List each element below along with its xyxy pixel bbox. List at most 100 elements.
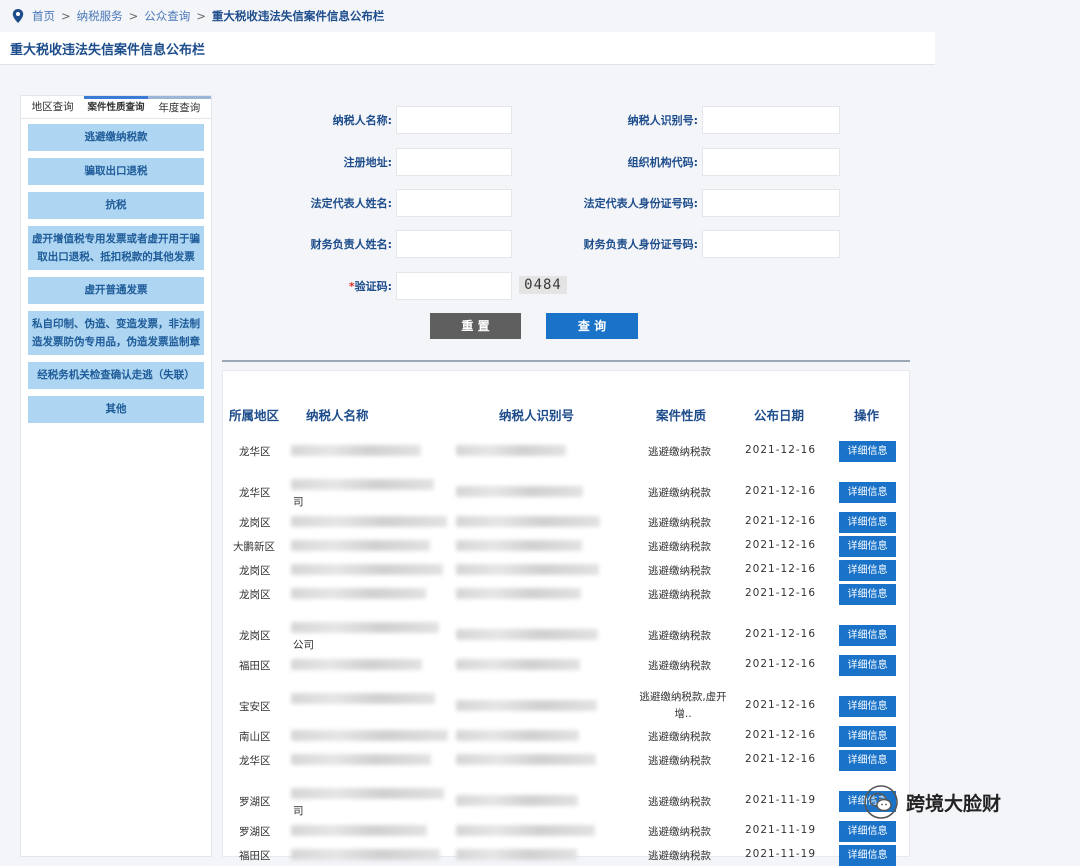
redacted-id [456, 659, 580, 670]
breadcrumb-tax-service[interactable]: 纳税服务 [77, 8, 123, 24]
legal-rep-id-label: 法定代表人身份证号码: [583, 197, 698, 210]
location-pin-icon [12, 9, 24, 23]
tab-year-query[interactable]: 年度查询 [147, 96, 211, 118]
legal-rep-id-input[interactable] [702, 189, 840, 217]
redacted-name [291, 540, 430, 551]
watermark-text: 跨境大脸财 [906, 792, 1002, 815]
region-cell: 龙岗区 [239, 517, 271, 529]
region-cell: 罗湖区 [239, 796, 271, 808]
taxpayer-id-input[interactable] [702, 106, 840, 134]
redacted-id [456, 629, 598, 640]
region-cell: 龙华区 [239, 755, 271, 767]
taxpayer-name-input[interactable] [396, 106, 512, 134]
reg-address-input[interactable] [396, 148, 512, 176]
sidebar-item-absconded[interactable]: 经税务机关检查确认走逃（失联） [28, 362, 204, 389]
publish-date-cell: 2021-11-19 [745, 794, 817, 806]
sidebar-item-export-refund-fraud[interactable]: 骗取出口退税 [28, 158, 204, 185]
org-code-label: 组织机构代码: [627, 156, 698, 169]
breadcrumb-public-query[interactable]: 公众查询 [144, 8, 190, 24]
detail-button[interactable]: 详细信息 [839, 726, 896, 747]
field-org-code: 组织机构代码: [540, 148, 840, 176]
redacted-id [456, 516, 600, 527]
taxpayer-name-label: 纳税人名称: [332, 114, 392, 127]
redacted-name [291, 564, 443, 575]
detail-button[interactable]: 详细信息 [839, 625, 896, 646]
case-nature-cell: 逃避缴纳税款 [648, 731, 711, 743]
case-nature-cell: 逃避缴纳税款 [648, 589, 711, 601]
org-code-input[interactable] [702, 148, 840, 176]
breadcrumb: 首页 > 纳税服务 > 公众查询 > 重大税收违法失信案件信息公布栏 [0, 0, 935, 32]
detail-button[interactable]: 详细信息 [839, 750, 896, 771]
field-finance-name: 财务负责人姓名: [230, 230, 512, 258]
redacted-id [456, 754, 596, 765]
detail-button[interactable]: 详细信息 [839, 482, 896, 503]
tab-region-query[interactable]: 地区查询 [21, 96, 84, 118]
legal-rep-name-input[interactable] [396, 189, 512, 217]
detail-button[interactable]: 详细信息 [839, 845, 896, 866]
detail-button[interactable]: 详细信息 [839, 584, 896, 605]
sidebar-item-tax-resistance[interactable]: 抗税 [28, 192, 204, 219]
redacted-id [456, 795, 578, 806]
region-cell: 龙岗区 [239, 589, 271, 601]
detail-button[interactable]: 详细信息 [839, 560, 896, 581]
region-cell: 福田区 [239, 660, 271, 672]
redacted-id [456, 486, 583, 497]
redacted-name [291, 445, 421, 456]
redacted-id [456, 588, 581, 599]
redacted-id [456, 700, 597, 711]
finance-id-label: 财务负责人身份证号码: [583, 238, 698, 251]
detail-button[interactable]: 详细信息 [839, 655, 896, 676]
redacted-name [291, 693, 435, 704]
case-nature-cell: 逃避缴纳税款,虚开增.. [639, 691, 727, 720]
redacted-id [456, 540, 582, 551]
sidebar-item-false-vat-invoice[interactable]: 虚开增值税专用发票或者虚开用于骗取出口退税、抵扣税款的其他发票 [28, 226, 204, 270]
sidebar-item-false-ordinary-invoice[interactable]: 虚开普通发票 [28, 277, 204, 304]
finance-name-input[interactable] [396, 230, 512, 258]
breadcrumb-home[interactable]: 首页 [32, 8, 55, 24]
finance-name-label: 财务负责人姓名: [310, 238, 392, 251]
field-legal-rep-name: 法定代表人姓名: [230, 189, 512, 217]
field-taxpayer-name: 纳税人名称: [230, 106, 512, 134]
field-reg-address: 注册地址: [230, 148, 512, 176]
redacted-name [291, 730, 448, 741]
redacted-name [291, 622, 439, 633]
captcha-label: *验证码: [348, 280, 392, 293]
detail-button[interactable]: 详细信息 [839, 536, 896, 557]
detail-button[interactable]: 详细信息 [839, 696, 896, 717]
captcha-input[interactable] [396, 272, 512, 300]
field-captcha: *验证码: [230, 272, 512, 300]
detail-button[interactable]: 详细信息 [839, 512, 896, 533]
divider [222, 360, 910, 362]
sidebar-item-tax-evasion[interactable]: 逃避缴纳税款 [28, 124, 204, 151]
case-nature-cell: 逃避缴纳税款 [648, 517, 711, 529]
detail-button[interactable]: 详细信息 [839, 821, 896, 842]
title-bar: 重大税收违法失信案件信息公布栏 [0, 32, 935, 65]
field-taxpayer-id: 纳税人识别号: [540, 106, 840, 134]
redacted-name [291, 659, 422, 670]
reset-button[interactable]: 重 置 [430, 313, 521, 339]
publish-date-cell: 2021-12-16 [745, 753, 817, 765]
header-taxpayer-name: 纳税人名称 [306, 408, 369, 423]
publish-date-cell: 2021-12-16 [745, 628, 817, 640]
publish-date-cell: 2021-11-19 [745, 848, 817, 860]
sidebar-item-invoice-forgery[interactable]: 私自印制、伪造、变造发票，非法制造发票防伪专用品，伪造发票监制章 [28, 311, 204, 355]
publish-date-cell: 2021-12-16 [745, 444, 817, 456]
region-cell: 南山区 [239, 731, 271, 743]
redacted-name [291, 479, 434, 490]
tab-case-nature-query[interactable]: 案件性质查询 [84, 96, 148, 118]
captcha-image[interactable]: 0484 [519, 276, 567, 294]
header-case-nature: 案件性质 [656, 408, 707, 423]
publish-date-cell: 2021-12-16 [745, 729, 817, 741]
case-nature-cell: 逃避缴纳税款 [648, 660, 711, 672]
case-nature-cell: 逃避缴纳税款 [648, 850, 711, 862]
redacted-id [456, 564, 599, 575]
sidebar-item-other[interactable]: 其他 [28, 396, 204, 423]
detail-button[interactable]: 详细信息 [839, 441, 896, 462]
finance-id-input[interactable] [702, 230, 840, 258]
case-nature-cell: 逃避缴纳税款 [648, 565, 711, 577]
query-button[interactable]: 查 询 [546, 313, 638, 339]
breadcrumb-current: 重大税收违法失信案件信息公布栏 [211, 9, 385, 23]
case-nature-cell: 逃避缴纳税款 [648, 630, 711, 642]
case-nature-cell: 逃避缴纳税款 [648, 755, 711, 767]
wechat-icon [864, 785, 898, 819]
